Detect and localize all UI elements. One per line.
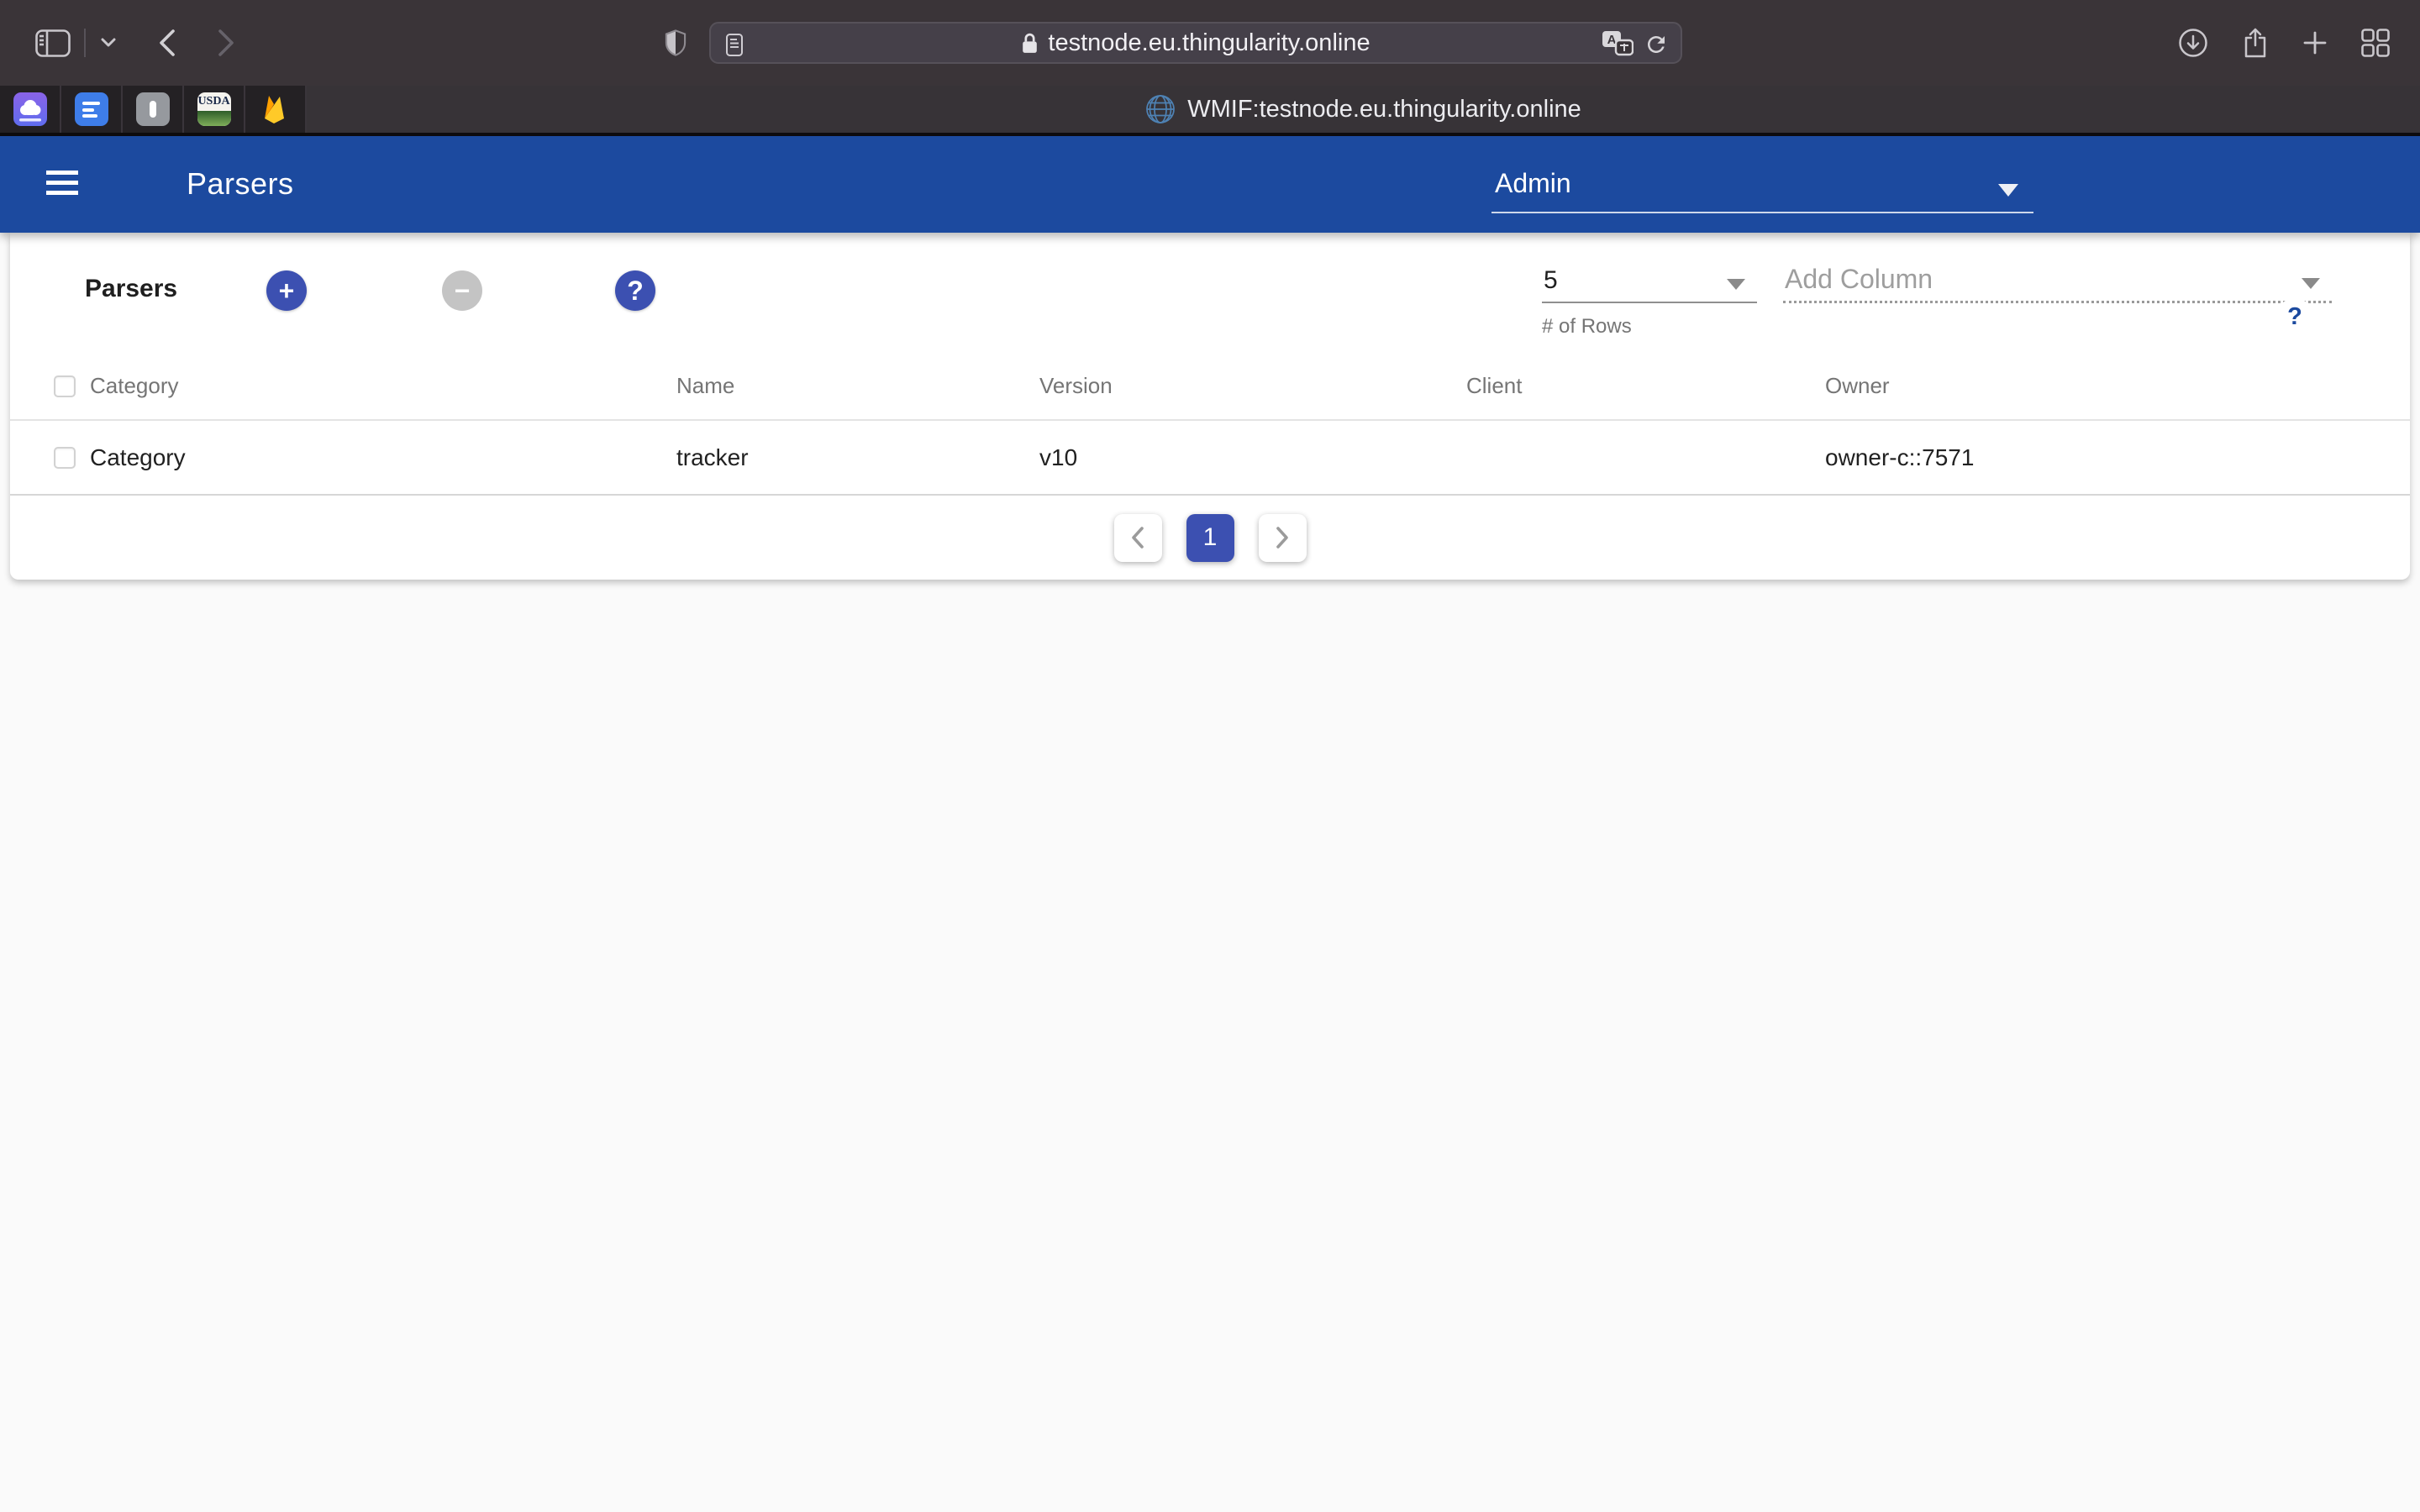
forward-button[interactable] [217, 29, 235, 57]
select-arrow-icon [1727, 279, 1745, 290]
add-column-select[interactable]: Add Column [1783, 255, 2332, 303]
minus-icon: − [455, 276, 471, 307]
remove-row-button[interactable]: − [442, 270, 482, 311]
rows-per-page-select[interactable]: 5 [1542, 255, 1757, 303]
select-arrow-icon [2302, 278, 2320, 289]
icloud-favicon [13, 92, 47, 126]
query-help-button[interactable]: ? [615, 270, 655, 311]
cell-owner: owner-c::7571 [1825, 444, 2410, 471]
info-favicon [136, 92, 170, 126]
hamburger-icon [46, 171, 78, 175]
tab-strip: USDA WMIF:testnode.eu.thingularity.onlin… [0, 86, 2420, 133]
table-header-row: Category Name Version Client Owner [10, 353, 2410, 421]
rows-label: # of Rows [1542, 315, 1632, 339]
pagination-page-button[interactable]: 1 [1186, 514, 1234, 562]
help-icon: ? [2287, 303, 2302, 331]
privacy-shield-icon[interactable] [664, 29, 687, 57]
translate-icon[interactable]: A [1602, 30, 1634, 59]
refresh-icon [2097, 297, 2136, 336]
new-tab-button[interactable] [2302, 30, 2328, 55]
add-row-button[interactable]: + [266, 270, 307, 311]
pinned-tab-info[interactable] [123, 86, 184, 133]
page-title: Parsers [187, 166, 294, 202]
cell-name: tracker [676, 444, 1039, 471]
tab-title: WMIF:testnode.eu.thingularity.online [1187, 96, 1581, 123]
share-icon[interactable] [2242, 27, 2269, 59]
cell-version: v10 [1039, 444, 1466, 471]
column-header-name: Name [676, 373, 1039, 399]
firebase-favicon [259, 92, 292, 126]
app-header: Parsers Admin ? [0, 136, 2420, 233]
chevron-left-icon [1128, 525, 1148, 550]
pinned-tab-icloud[interactable] [0, 86, 61, 133]
question-icon: ? [627, 276, 644, 307]
toolbar-divider [84, 29, 86, 57]
globe-icon [1145, 94, 1176, 124]
usda-label: USDA [197, 92, 231, 111]
pagination-prev-button[interactable] [1114, 514, 1162, 562]
url-domain: testnode.eu.thingularity.online [1048, 29, 1370, 57]
column-header-owner: Owner [1825, 373, 2410, 399]
account-select-value: Admin [1495, 168, 1571, 199]
column-header-client: Client [1466, 373, 1825, 399]
pagination-page-number: 1 [1203, 523, 1218, 552]
column-header-version: Version [1039, 373, 1466, 399]
pagination: 1 [10, 496, 2410, 580]
downloads-button[interactable] [2178, 28, 2208, 58]
content-card: Parsers + − ? 5 # of Rows Add Column Cat… [10, 233, 2410, 580]
refresh-button[interactable] [2097, 297, 2136, 336]
back-button[interactable] [158, 29, 176, 57]
select-arrow-icon [1998, 184, 2018, 197]
reader-icon[interactable] [726, 34, 743, 56]
browser-toolbar: testnode.eu.thingularity.online A [0, 0, 2420, 86]
pagination-next-button[interactable] [1259, 514, 1307, 562]
help-button[interactable]: ? [2276, 298, 2313, 335]
chevron-right-icon [1272, 525, 1292, 550]
docs-favicon [75, 92, 108, 126]
table-row[interactable]: Category tracker v10 owner-c::7571 [10, 421, 2410, 496]
cell-category: Category [90, 444, 676, 471]
account-select[interactable]: Admin [1491, 158, 2033, 213]
card-title: Parsers [85, 275, 177, 303]
usda-favicon: USDA [197, 92, 231, 126]
row-checkbox[interactable] [54, 447, 76, 469]
url-field[interactable]: testnode.eu.thingularity.online A [709, 22, 1682, 64]
header-checkbox[interactable] [54, 375, 76, 397]
pinned-tab-firebase[interactable] [245, 86, 307, 133]
column-header-category: Category [90, 373, 676, 399]
pinned-tab-usda[interactable]: USDA [184, 86, 245, 133]
plus-icon: + [279, 276, 295, 307]
menu-button[interactable] [46, 171, 78, 201]
pinned-tab-docs[interactable] [61, 86, 123, 133]
chevron-down-icon[interactable] [101, 38, 116, 48]
page-reload-icon[interactable] [1644, 32, 1669, 57]
rows-select-value: 5 [1544, 266, 1558, 295]
lock-icon[interactable] [1021, 32, 1039, 55]
active-tab[interactable]: WMIF:testnode.eu.thingularity.online [307, 86, 2420, 133]
sidebar-toggle-button[interactable] [35, 29, 71, 57]
add-column-placeholder: Add Column [1785, 264, 1933, 295]
tab-overview-button[interactable] [2361, 29, 2390, 57]
